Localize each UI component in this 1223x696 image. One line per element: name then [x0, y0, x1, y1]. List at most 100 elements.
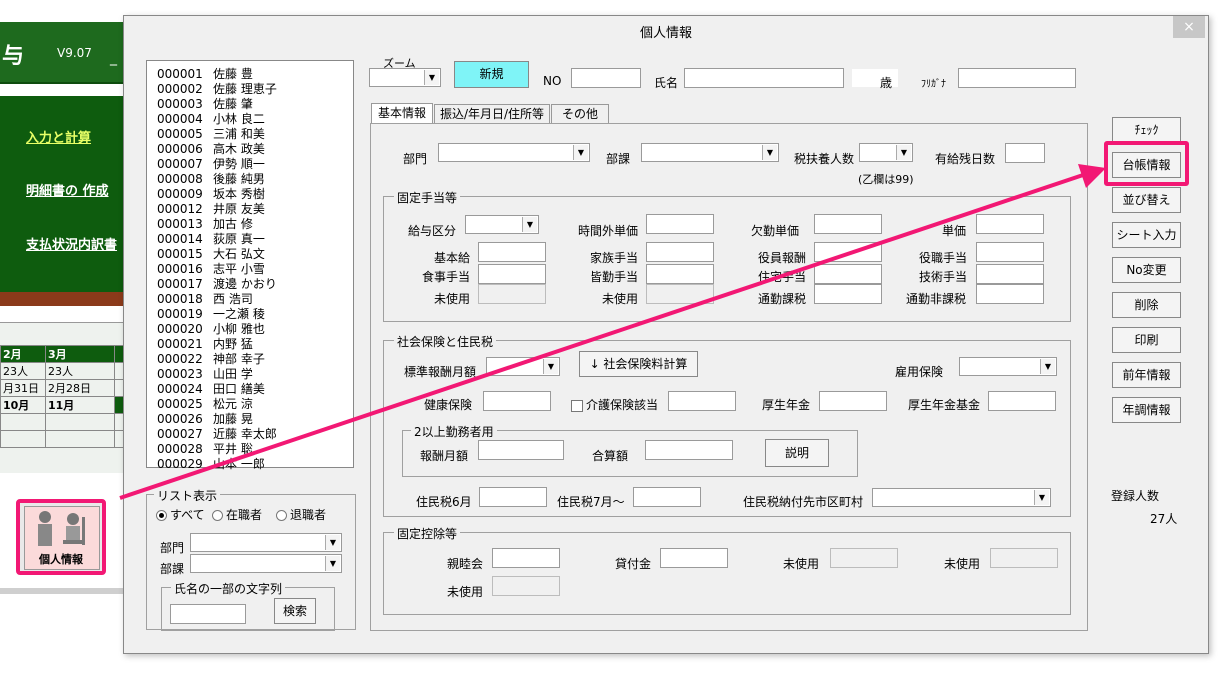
- employee-no: 000009: [157, 187, 203, 201]
- employee-no: 000018: [157, 292, 203, 306]
- employee-no: 000029: [157, 457, 203, 471]
- close-button[interactable]: ×: [1173, 16, 1205, 38]
- attendance-allowance-field[interactable]: [646, 264, 714, 284]
- radio-employed[interactable]: 在職者: [212, 506, 262, 523]
- dept-select[interactable]: ▼: [438, 143, 590, 162]
- no-label: NO: [543, 74, 562, 88]
- new-button[interactable]: 新規: [454, 61, 529, 88]
- resident-tax-june-field[interactable]: [479, 487, 547, 507]
- app-divider: [0, 292, 125, 306]
- paid-leave-field[interactable]: [1005, 143, 1045, 163]
- overtime-rate-field[interactable]: [646, 214, 714, 234]
- family-allowance-field[interactable]: [646, 242, 714, 262]
- exec-comp-label: 役員報酬: [758, 251, 807, 265]
- list-dept-select[interactable]: ▼: [190, 533, 342, 552]
- monthly-pay-field[interactable]: [478, 440, 564, 460]
- care-ins-checkbox[interactable]: 介護保険該当: [571, 396, 658, 413]
- commute-taxable-label: 通勤課税: [758, 292, 807, 306]
- rate4-field[interactable]: [976, 214, 1044, 234]
- care-ins-label: 介護保険該当: [586, 398, 659, 412]
- employee-no: 000003: [157, 97, 203, 111]
- employee-name: 三浦 和美: [213, 127, 265, 141]
- employment-ins-select[interactable]: ▼: [959, 357, 1057, 376]
- employee-no: 000023: [157, 367, 203, 381]
- furigana-field[interactable]: [958, 68, 1076, 88]
- explain-button[interactable]: 説明: [765, 439, 829, 467]
- tab-transfer-dates-address[interactable]: 振込/年月日/住所等: [434, 104, 550, 124]
- employee-name: 田口 繕美: [213, 382, 265, 396]
- radio-retired[interactable]: 退職者: [276, 506, 326, 523]
- pension-fund-field[interactable]: [988, 391, 1056, 411]
- list-item[interactable]: 000029 山本 一郎: [157, 455, 265, 472]
- health-ins-field[interactable]: [483, 391, 551, 411]
- employee-name: 佐藤 肇: [213, 97, 253, 111]
- name-field[interactable]: [684, 68, 844, 88]
- employee-name: 高木 政美: [213, 142, 265, 156]
- employee-no: 000002: [157, 82, 203, 96]
- zoom-select[interactable]: ▼: [369, 68, 441, 87]
- ledger-info-button[interactable]: 台帳情報: [1112, 152, 1181, 178]
- multi-job-title: 2以上勤務者用: [411, 423, 497, 440]
- year-end-adjustment-button[interactable]: 年調情報: [1112, 397, 1181, 423]
- print-button[interactable]: 印刷: [1112, 327, 1181, 353]
- salary-type-select[interactable]: ▼: [465, 215, 539, 234]
- tab-basic-info[interactable]: 基本情報: [371, 103, 433, 123]
- menu-link-input-calc[interactable]: 入力と計算: [26, 127, 91, 146]
- delete-button[interactable]: 削除: [1112, 292, 1181, 318]
- employee-name: 小柳 雅也: [213, 322, 265, 336]
- radio-all[interactable]: すべて: [156, 506, 205, 523]
- menu-link-payment-summary[interactable]: 支払状況内訳書: [26, 234, 117, 253]
- basic-pay-field[interactable]: [478, 242, 546, 262]
- dependents-select[interactable]: ▼: [859, 143, 913, 162]
- previous-year-button[interactable]: 前年情報: [1112, 362, 1181, 388]
- unused-label: 未使用: [783, 557, 820, 571]
- fellowship-field[interactable]: [492, 548, 560, 568]
- employee-name: 加古 修: [213, 217, 253, 231]
- change-no-button[interactable]: No変更: [1112, 257, 1181, 283]
- no-field[interactable]: [571, 68, 641, 88]
- skill-allowance-field[interactable]: [976, 264, 1044, 284]
- employee-list[interactable]: 000001 佐藤 豊 000002 佐藤 理恵子 000003 佐藤 肇 000004 小林…: [146, 60, 354, 471]
- rate4-label: 単価: [942, 224, 967, 238]
- sheet-input-button[interactable]: シート入力: [1112, 222, 1181, 248]
- employee-no: 000015: [157, 247, 203, 261]
- loan-field[interactable]: [660, 548, 728, 568]
- section-select[interactable]: ▼: [641, 143, 779, 162]
- housing-allowance-field[interactable]: [814, 264, 882, 284]
- tab-other[interactable]: その他: [551, 104, 609, 124]
- employee-no: 000012: [157, 202, 203, 216]
- fellowship-label: 親睦会: [447, 557, 484, 571]
- menu-link-statement[interactable]: 明細書の 作成: [26, 180, 109, 199]
- commute-taxable-field[interactable]: [814, 284, 882, 304]
- care-ins-field[interactable]: [668, 391, 736, 411]
- resident-tax-city-select[interactable]: ▼: [872, 488, 1051, 507]
- std-monthly-select[interactable]: ▼: [486, 357, 560, 376]
- employee-name: 井原 友美: [213, 202, 265, 216]
- list-section-select[interactable]: ▼: [190, 554, 342, 573]
- calc-insurance-button[interactable]: ↓ 社会保険料計算: [579, 351, 698, 377]
- commute-nontaxable-field[interactable]: [976, 284, 1044, 304]
- table-cell: 23人: [45, 362, 115, 380]
- search-button[interactable]: 検索: [274, 598, 316, 624]
- sort-button[interactable]: 並び替え: [1112, 187, 1181, 213]
- commute-nontaxable-label: 通勤非課税: [906, 292, 967, 306]
- exec-comp-field[interactable]: [814, 242, 882, 262]
- section-label: 部課: [606, 152, 631, 166]
- total-field[interactable]: [645, 440, 733, 460]
- check-button[interactable]: ﾁｪｯｸ: [1112, 117, 1181, 143]
- std-monthly-label: 標準報酬月額: [404, 365, 477, 379]
- list-section-label: 部課: [160, 562, 185, 576]
- paid-leave-label: 有給残日数: [935, 152, 996, 166]
- name-search-input[interactable]: [170, 604, 246, 624]
- radio-label: 退職者: [290, 508, 327, 522]
- employee-no: 000013: [157, 217, 203, 231]
- position-allowance-field[interactable]: [976, 242, 1044, 262]
- employee-name: 伊勢 順一: [213, 157, 265, 171]
- absence-rate-field[interactable]: [814, 214, 882, 234]
- resident-tax-july-field[interactable]: [633, 487, 701, 507]
- unused-field: [478, 284, 546, 304]
- meal-allowance-field[interactable]: [478, 264, 546, 284]
- pension-field[interactable]: [819, 391, 887, 411]
- employee-no: 000014: [157, 232, 203, 246]
- table-cell: 月31日: [0, 379, 46, 397]
